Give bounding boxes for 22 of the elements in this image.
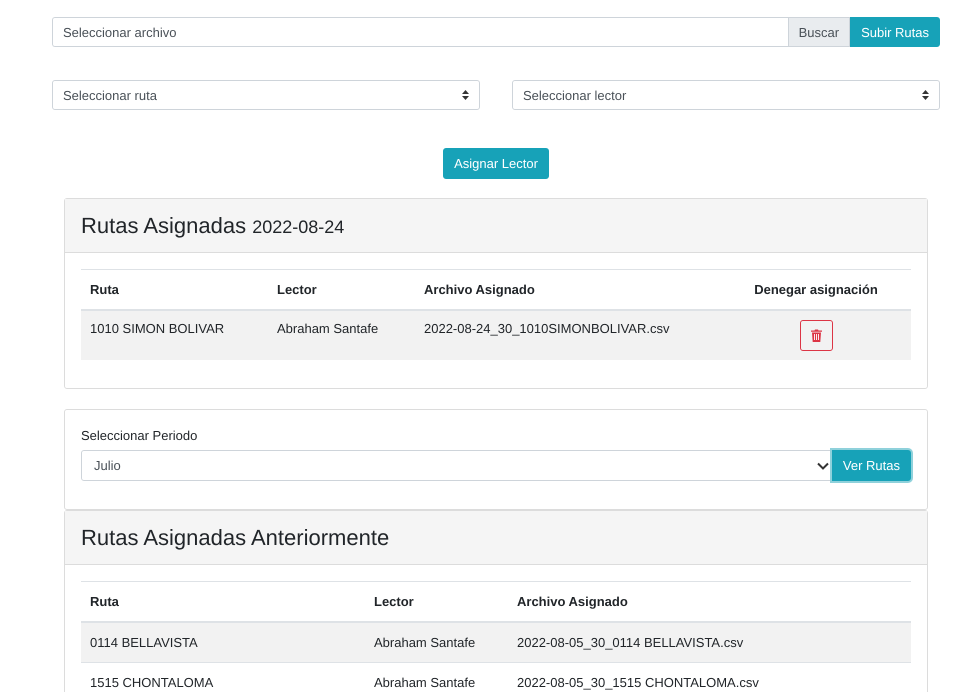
browse-button[interactable]: Buscar <box>788 17 850 47</box>
table-cell: Abraham Santafe <box>365 622 508 662</box>
period-label: Seleccionar Periodo <box>81 428 198 443</box>
period-select[interactable]: Julio <box>81 450 832 481</box>
table-cell: Abraham Santafe <box>268 310 415 360</box>
table-cell: 2022-08-05_30_1515 CHONTALOMA.csv <box>508 662 911 692</box>
table-cell: 1010 SIMON BOLIVAR <box>81 310 268 360</box>
card-title: Rutas Asignadas 2022-08-24 <box>81 212 344 238</box>
reader-select[interactable]: Seleccionar lector <box>512 80 940 110</box>
table-cell: Abraham Santafe <box>365 662 508 692</box>
chevron-down-icon <box>816 462 829 470</box>
trash-icon <box>810 329 822 342</box>
table-cell: 1515 CHONTALOMA <box>81 662 365 692</box>
table-cell: 2022-08-05_30_0114 BELLAVISTA.csv <box>508 622 911 662</box>
table-cell: 2022-08-24_30_1010SIMONBOLIVAR.csv <box>415 310 721 360</box>
card-title: Rutas Asignadas Anteriormente <box>81 524 390 550</box>
delete-button[interactable] <box>800 320 832 351</box>
file-field[interactable]: Seleccionar archivo <box>52 17 788 47</box>
updown-caret-icon <box>922 90 929 100</box>
updown-caret-icon <box>462 90 469 100</box>
route-select[interactable]: Seleccionar ruta <box>52 80 480 110</box>
table-cell: 0114 BELLAVISTA <box>81 622 365 662</box>
